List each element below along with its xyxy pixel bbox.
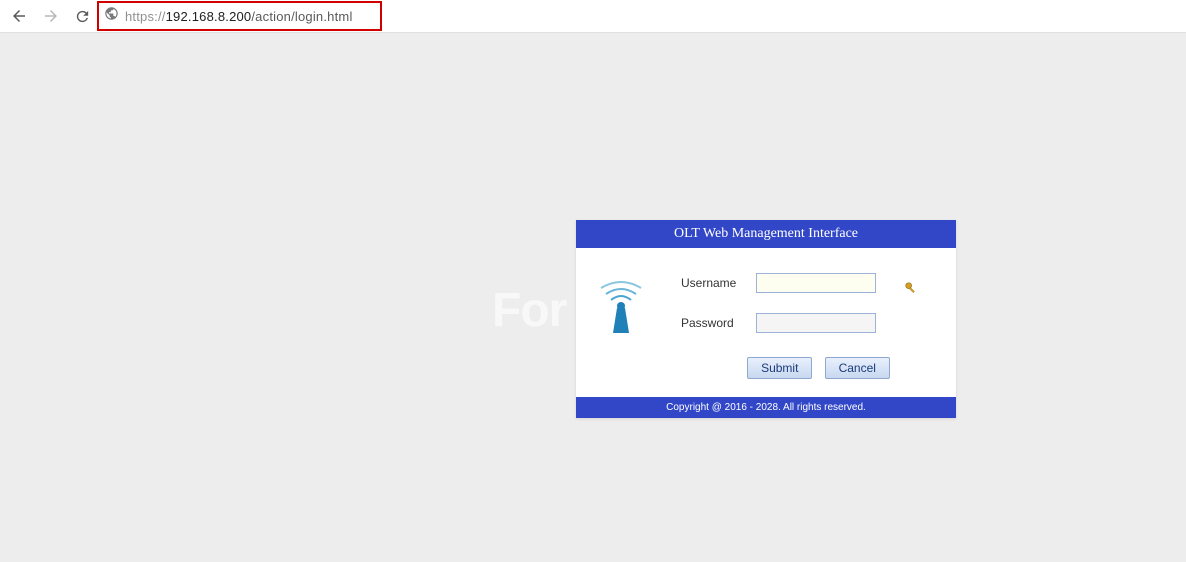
back-arrow-icon	[10, 7, 28, 25]
cancel-button[interactable]: Cancel	[825, 357, 890, 379]
copyright-footer: Copyright @ 2016 - 2028. All rights rese…	[576, 397, 956, 418]
page-content: For ISP OLT Web Management Interface	[0, 33, 1186, 562]
url-text: https://192.168.8.200/action/login.html	[125, 9, 353, 24]
nav-buttons-group	[10, 7, 90, 25]
username-input[interactable]	[756, 273, 876, 293]
button-row: Submit Cancel	[681, 353, 936, 379]
forward-button[interactable]	[42, 7, 60, 25]
back-button[interactable]	[10, 7, 28, 25]
globe-icon	[104, 6, 119, 26]
password-label: Password	[681, 316, 756, 330]
password-row: Password	[681, 313, 936, 333]
forward-arrow-icon	[42, 7, 60, 25]
reload-icon	[74, 8, 91, 25]
panel-title: OLT Web Management Interface	[576, 220, 956, 248]
username-row: Username	[681, 273, 936, 293]
address-bar[interactable]: https://192.168.8.200/action/login.html	[100, 3, 1176, 29]
key-icon	[904, 281, 918, 295]
submit-button[interactable]: Submit	[747, 357, 812, 379]
browser-toolbar: https://192.168.8.200/action/login.html	[0, 0, 1186, 33]
password-input[interactable]	[756, 313, 876, 333]
login-form: Username Password Submit Cancel	[576, 248, 956, 397]
reload-button[interactable]	[74, 8, 90, 24]
login-panel: OLT Web Management Interface Username	[576, 220, 956, 418]
svg-text:For: For	[492, 284, 567, 337]
antenna-logo-icon	[596, 278, 656, 338]
username-label: Username	[681, 276, 756, 290]
